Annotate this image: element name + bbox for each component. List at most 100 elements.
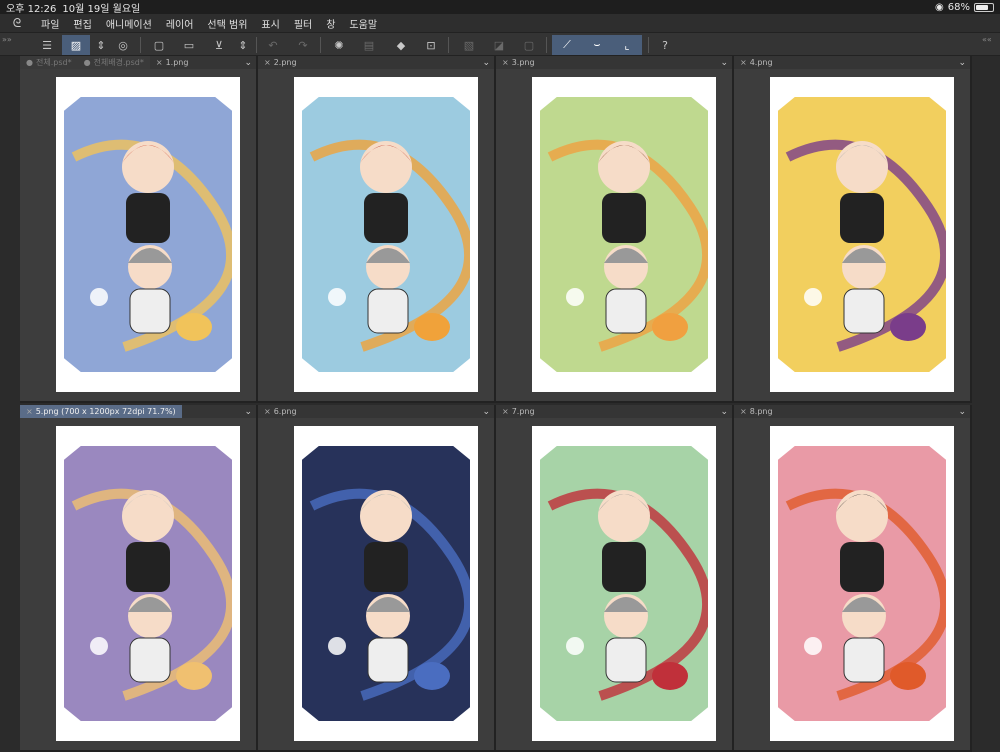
menu-filter[interactable]: 필터 bbox=[287, 16, 319, 31]
tab-strip: ● 전체.psd* ● 전체배경.psd* × 1.png ⌄ bbox=[20, 56, 256, 69]
tab-strip: × 6.png ⌄ bbox=[258, 405, 494, 418]
open-folder-icon[interactable]: ▭ bbox=[180, 36, 198, 54]
tab-strip: × 7.png ⌄ bbox=[496, 405, 732, 418]
menu-animation[interactable]: 애니메이션 bbox=[99, 16, 159, 31]
layer-icon[interactable]: ▢ bbox=[520, 36, 538, 54]
help-icon[interactable]: ? bbox=[656, 36, 674, 54]
chevron-down-icon[interactable]: ⌄ bbox=[720, 58, 728, 68]
status-bar: 오후 12:26 10월 19일 월요일 ◉ 68% bbox=[0, 0, 1000, 15]
tab-label: 2.png bbox=[273, 58, 297, 67]
menu-edit[interactable]: 편집 bbox=[66, 16, 98, 31]
close-icon[interactable]: × bbox=[156, 58, 163, 67]
transform-icon[interactable]: ⊡ bbox=[422, 36, 440, 54]
status-time: 오후 12:26 bbox=[6, 3, 57, 15]
close-icon[interactable]: × bbox=[740, 58, 747, 67]
menu-help[interactable]: 도움말 bbox=[342, 16, 384, 31]
layer-icon[interactable]: ▤ bbox=[360, 36, 378, 54]
stepper-icon[interactable]: ⇕ bbox=[92, 36, 110, 54]
battery-percent: 68% bbox=[947, 1, 970, 13]
tab-strip: × 5.png (700 x 1200px 72dpi 71.7%) ⌄ bbox=[20, 405, 256, 418]
command-bar: »» «« ☰ ▨ ⇕ ◎ ▢ ▭ ⊻ ⇕ ↶ ↷ ✺ ▤ ◆ ⊡ ▧ ◪ ▢ … bbox=[0, 32, 1000, 56]
document-tab[interactable]: ● 전체.psd* bbox=[20, 56, 78, 69]
document-tab[interactable]: × 7.png bbox=[496, 405, 541, 418]
document-tab[interactable]: × 6.png bbox=[258, 405, 303, 418]
chevron-down-icon[interactable]: ⌄ bbox=[482, 58, 490, 68]
canvas-pane[interactable]: × 2.png ⌄ bbox=[258, 56, 496, 403]
canvas-paper[interactable] bbox=[294, 77, 478, 392]
canvas-paper[interactable] bbox=[532, 77, 716, 392]
close-icon[interactable]: × bbox=[264, 407, 271, 416]
layer-icon[interactable]: ◪ bbox=[490, 36, 508, 54]
canvas-pane[interactable]: × 7.png ⌄ bbox=[496, 405, 734, 752]
tab-strip: × 3.png ⌄ bbox=[496, 56, 732, 69]
eraser-icon[interactable]: ⌞ bbox=[618, 36, 636, 54]
chevron-down-icon[interactable]: ⌄ bbox=[720, 407, 728, 417]
collapse-right-icon[interactable]: «« bbox=[982, 35, 992, 44]
menu-view[interactable]: 표시 bbox=[254, 16, 286, 31]
canvas-paper[interactable] bbox=[56, 426, 240, 741]
close-icon[interactable]: × bbox=[740, 407, 747, 416]
layer-icon[interactable]: ▧ bbox=[460, 36, 478, 54]
close-icon[interactable]: × bbox=[502, 58, 509, 67]
chevron-down-icon[interactable]: ⌄ bbox=[482, 407, 490, 417]
location-icon: ◉ bbox=[935, 1, 944, 13]
tab-strip: × 4.png ⌄ bbox=[734, 56, 970, 69]
brush-icon[interactable]: ⌣ bbox=[588, 36, 606, 54]
close-icon[interactable]: × bbox=[264, 58, 271, 67]
canvas-pane[interactable]: × 6.png ⌄ bbox=[258, 405, 496, 752]
hamburger-icon[interactable]: ☰ bbox=[38, 36, 56, 54]
redo-icon[interactable]: ↷ bbox=[294, 36, 312, 54]
canvas-paper[interactable] bbox=[56, 77, 240, 392]
canvas-paper[interactable] bbox=[294, 426, 478, 741]
fill-bucket-icon[interactable]: ◆ bbox=[392, 36, 410, 54]
canvas-paper[interactable] bbox=[532, 426, 716, 741]
stepper-icon[interactable]: ⇕ bbox=[234, 36, 252, 54]
status-date: 10월 19일 월요일 bbox=[62, 3, 141, 15]
document-tab[interactable]: × 8.png bbox=[734, 405, 779, 418]
canvas-pane[interactable]: ● 전체.psd* ● 전체배경.psd* × 1.png ⌄ bbox=[20, 56, 258, 403]
canvas-pane[interactable]: × 5.png (700 x 1200px 72dpi 71.7%) ⌄ bbox=[20, 405, 258, 752]
unsaved-dot-icon: ● bbox=[26, 58, 33, 67]
save-icon[interactable]: ⊻ bbox=[210, 36, 228, 54]
menu-window[interactable]: 창 bbox=[319, 16, 342, 31]
chevron-down-icon[interactable]: ⌄ bbox=[244, 407, 252, 417]
chevron-down-icon[interactable]: ⌄ bbox=[958, 58, 966, 68]
canvas-pane[interactable]: × 4.png ⌄ bbox=[734, 56, 972, 403]
close-icon[interactable]: × bbox=[502, 407, 509, 416]
pen-icon[interactable]: ⟋ bbox=[558, 36, 576, 54]
chevron-down-icon[interactable]: ⌄ bbox=[244, 58, 252, 68]
canvas-paper[interactable] bbox=[770, 77, 954, 392]
illustration-artwork bbox=[778, 97, 946, 372]
menu-selection[interactable]: 선택 범위 bbox=[200, 16, 254, 31]
canvas-pane[interactable]: × 8.png ⌄ bbox=[734, 405, 972, 752]
menu-file[interactable]: 파일 bbox=[34, 16, 66, 31]
app-logo-icon[interactable]: ᘓ bbox=[0, 16, 34, 31]
loading-icon[interactable]: ✺ bbox=[330, 36, 348, 54]
tab-label: 전체배경.psd* bbox=[93, 58, 144, 67]
illustration-artwork bbox=[64, 97, 232, 372]
illustration-artwork bbox=[778, 446, 946, 721]
tab-label: 3.png bbox=[511, 58, 535, 67]
chevron-down-icon[interactable]: ⌄ bbox=[958, 407, 966, 417]
tab-label: 1.png bbox=[165, 58, 189, 67]
document-tab[interactable]: × 5.png (700 x 1200px 72dpi 71.7%) bbox=[20, 405, 182, 418]
tab-label: 전체.psd* bbox=[35, 58, 72, 67]
canvas-paper[interactable] bbox=[770, 426, 954, 741]
collapse-left-icon[interactable]: »» bbox=[2, 35, 12, 44]
rotate-icon[interactable]: ◎ bbox=[114, 36, 132, 54]
undo-icon[interactable]: ↶ bbox=[264, 36, 282, 54]
document-tab[interactable]: × 1.png bbox=[150, 56, 195, 69]
tab-label: 6.png bbox=[273, 407, 297, 416]
layer-icon[interactable]: ▨ bbox=[67, 36, 85, 54]
illustration-artwork bbox=[540, 446, 708, 721]
document-tab[interactable]: × 4.png bbox=[734, 56, 779, 69]
document-tab[interactable]: × 3.png bbox=[496, 56, 541, 69]
menu-layer[interactable]: 레이어 bbox=[159, 16, 201, 31]
canvas-pane[interactable]: × 3.png ⌄ bbox=[496, 56, 734, 403]
tab-strip: × 2.png ⌄ bbox=[258, 56, 494, 69]
document-tab[interactable]: ● 전체배경.psd* bbox=[77, 56, 150, 69]
tab-label: 4.png bbox=[749, 58, 773, 67]
document-tab[interactable]: × 2.png bbox=[258, 56, 303, 69]
new-document-icon[interactable]: ▢ bbox=[150, 36, 168, 54]
close-icon[interactable]: × bbox=[26, 407, 33, 416]
